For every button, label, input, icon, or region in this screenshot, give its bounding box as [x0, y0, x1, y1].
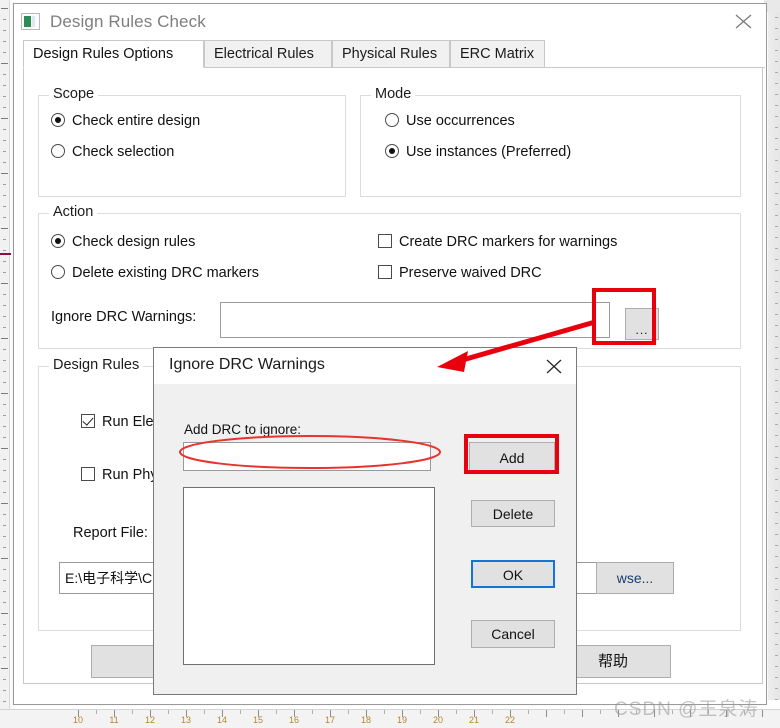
radio-indicator	[51, 113, 65, 127]
radio-indicator	[51, 265, 65, 279]
vertical-ruler-right	[770, 0, 780, 700]
radio-use-occurrences[interactable]: Use occurrences	[385, 113, 515, 129]
close-icon[interactable]	[721, 4, 766, 37]
radio-label: Use occurrences	[406, 113, 515, 129]
watermark: CSDN @王泉涛	[614, 694, 758, 721]
add-drc-to-ignore-label: Add DRC to ignore:	[184, 422, 301, 437]
checkbox-label: Preserve waived DRC	[399, 265, 542, 281]
ignore-drc-warnings-modal: Ignore DRC Warnings Add DRC to ignore: A…	[153, 347, 577, 695]
tab-design-rules-options[interactable]: Design Rules Options	[23, 40, 204, 68]
ignored-drc-list[interactable]	[183, 487, 435, 665]
watermark-text: CSDN @王泉涛	[614, 699, 758, 720]
radio-label: Use instances (Preferred)	[406, 144, 571, 160]
radio-label: Check entire design	[72, 113, 200, 129]
radio-indicator	[51, 144, 65, 158]
radio-indicator	[385, 144, 399, 158]
scope-group: Scope Check entire design Check selectio…	[38, 95, 346, 197]
modal-body: Add DRC to ignore: Add Delete OK Cancel	[154, 384, 576, 694]
mode-group: Mode Use occurrences Use instances (Pref…	[360, 95, 741, 197]
radio-delete-existing-drc-markers[interactable]: Delete existing DRC markers	[51, 265, 259, 281]
radio-check-selection[interactable]: Check selection	[51, 144, 174, 160]
radio-use-instances[interactable]: Use instances (Preferred)	[385, 144, 571, 160]
action-group-label: Action	[49, 204, 97, 220]
checkbox-label: Create DRC markers for warnings	[399, 234, 617, 250]
label-text: Ignore DRC Warnings:	[51, 309, 196, 325]
checkbox-preserve-waived-drc[interactable]: Preserve waived DRC	[378, 265, 542, 281]
tab-label: Electrical Rules	[214, 46, 314, 62]
checkbox-indicator	[378, 265, 392, 279]
cancel-button[interactable]: Cancel	[471, 620, 555, 648]
radio-indicator	[385, 113, 399, 127]
cancel-button-label: Cancel	[491, 626, 535, 642]
ellipsis-label: ...	[635, 323, 648, 337]
report-file-label: Report File:	[73, 525, 148, 541]
checkbox-indicator	[378, 234, 392, 248]
radio-check-entire-design[interactable]: Check entire design	[51, 113, 200, 129]
label-text: Report File:	[73, 525, 148, 541]
checkbox-indicator	[81, 467, 95, 481]
delete-button[interactable]: Delete	[471, 500, 555, 527]
delete-button-label: Delete	[493, 506, 533, 522]
dialog-title: Design Rules Check	[50, 12, 206, 32]
tab-label: Design Rules Options	[33, 46, 173, 62]
design-rules-group-label: Design Rules	[49, 357, 143, 373]
modal-title: Ignore DRC Warnings	[169, 356, 325, 374]
modal-title-bar: Ignore DRC Warnings	[154, 348, 576, 384]
radio-label: Check design rules	[72, 234, 195, 250]
ok-button-label: OK	[503, 567, 523, 583]
ok-button[interactable]: OK	[471, 560, 555, 588]
ruler-cursor-mark	[0, 253, 11, 255]
tab-label: Physical Rules	[342, 46, 437, 62]
action-group: Action Check design rules Delete existin…	[38, 213, 741, 349]
footer-help-label: 帮助	[598, 653, 628, 670]
tab-electrical-rules[interactable]: Electrical Rules	[204, 40, 332, 68]
scope-group-label: Scope	[49, 86, 98, 102]
browse-button[interactable]: wse...	[596, 562, 674, 594]
browse-label: wse...	[617, 570, 654, 586]
radio-label: Check selection	[72, 144, 174, 160]
checkbox-create-drc-markers-for-warnings[interactable]: Create DRC markers for warnings	[378, 234, 617, 250]
dialog-title-bar: Design Rules Check	[14, 4, 766, 40]
ignore-drc-ellipsis-button[interactable]: ...	[625, 308, 659, 340]
add-drc-to-ignore-input[interactable]	[183, 442, 431, 471]
add-button[interactable]: Add	[469, 442, 555, 473]
design-rules-icon	[21, 13, 40, 30]
ignore-drc-warnings-input[interactable]	[220, 302, 610, 338]
checkbox-indicator	[81, 414, 95, 428]
tab-erc-matrix[interactable]: ERC Matrix	[450, 40, 545, 68]
radio-indicator	[51, 234, 65, 248]
ignore-drc-warnings-label: Ignore DRC Warnings:	[51, 309, 196, 325]
vertical-ruler	[0, 0, 14, 728]
radio-check-design-rules[interactable]: Check design rules	[51, 234, 195, 250]
close-icon[interactable]	[534, 351, 574, 381]
tab-strip: Design Rules Options Electrical Rules Ph…	[23, 40, 765, 68]
tab-label: ERC Matrix	[460, 46, 534, 62]
add-button-label: Add	[500, 450, 525, 466]
radio-label: Delete existing DRC markers	[72, 265, 259, 281]
tab-physical-rules[interactable]: Physical Rules	[332, 40, 450, 68]
mode-group-label: Mode	[371, 86, 415, 102]
